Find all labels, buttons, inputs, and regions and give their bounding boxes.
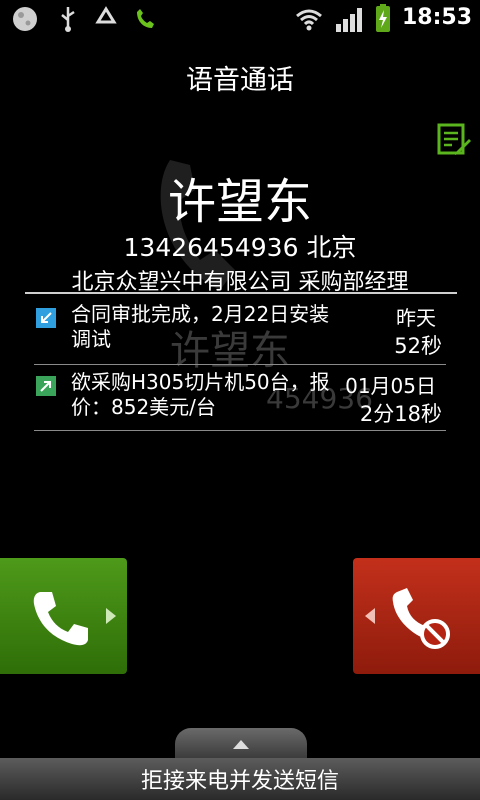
- contact-number-location: 13426454936 北京: [123, 233, 357, 262]
- decline-call-button[interactable]: [353, 558, 480, 674]
- history-duration: 2分18秒: [359, 402, 442, 426]
- history-note: 合同审批完成，2月22日安装调试: [71, 302, 330, 351]
- history-date: 昨天: [396, 306, 436, 330]
- divider: [34, 364, 446, 365]
- history-date: 01月05日: [345, 374, 436, 398]
- divider: [25, 292, 457, 294]
- battery-charging-icon: [376, 4, 390, 32]
- reject-with-sms-label: 拒接来电并发送短信: [140, 769, 339, 794]
- history-note: 欲采购H305切片机50台，报价：852美元/台: [71, 370, 330, 419]
- outgoing-call-icon: [36, 376, 56, 396]
- status-clock: 18:53: [401, 5, 472, 30]
- arrow-up-icon: [233, 740, 249, 749]
- moon-weather-icon: [13, 7, 37, 31]
- usb-icon: [61, 7, 75, 32]
- arrow-right-icon: [106, 608, 116, 624]
- divider: [34, 430, 446, 431]
- edit-note-icon[interactable]: [436, 122, 472, 158]
- arrow-left-icon: [365, 608, 375, 624]
- signal-icon: [336, 8, 362, 32]
- wifi-icon: [296, 9, 322, 31]
- phone-call-icon: [137, 9, 154, 28]
- contact-name: 许望东: [167, 174, 312, 230]
- call-type-title: 语音通话: [186, 65, 294, 96]
- call-history-item[interactable]: 合同审批完成，2月22日安装调试 昨天 52秒: [34, 302, 446, 362]
- answer-call-button[interactable]: [0, 558, 127, 674]
- recycle-icon: [95, 6, 117, 24]
- phone-answer-icon: [33, 592, 88, 646]
- incoming-call-icon: [36, 308, 56, 328]
- status-bar: 18:53: [0, 0, 480, 38]
- history-duration: 52秒: [394, 334, 442, 358]
- call-history-item[interactable]: 欲采购H305切片机50台，报价：852美元/台 01月05日 2分18秒: [34, 370, 446, 430]
- phone-decline-icon: [392, 588, 450, 649]
